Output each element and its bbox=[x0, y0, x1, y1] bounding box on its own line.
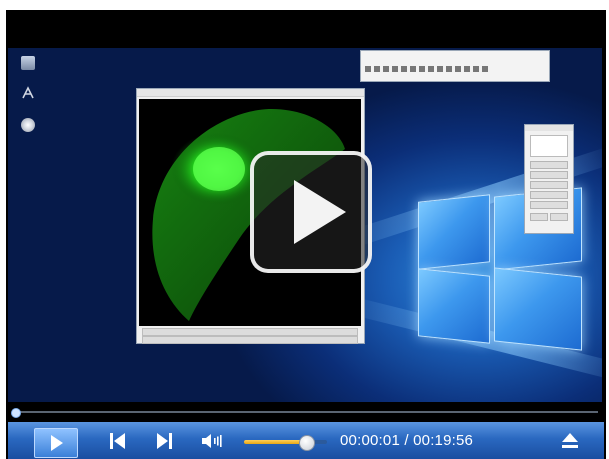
time-display: 00:00:01 / 00:19:56 bbox=[340, 432, 473, 449]
control-bar: 00:00:01 / 00:19:56 bbox=[8, 422, 604, 459]
app-shortcut-icon bbox=[21, 118, 35, 132]
play-icon bbox=[294, 180, 346, 244]
window-titlebar bbox=[525, 125, 573, 131]
total-time: 00:19:56 bbox=[413, 432, 474, 449]
previous-button[interactable] bbox=[110, 433, 130, 449]
window-toolbar bbox=[365, 64, 545, 73]
panel-button[interactable] bbox=[530, 213, 548, 221]
seek-handle[interactable] bbox=[11, 408, 21, 418]
panel-button[interactable] bbox=[550, 213, 568, 221]
seek-track[interactable] bbox=[14, 411, 598, 413]
time-separator: / bbox=[400, 432, 414, 449]
overlay-play-button[interactable] bbox=[250, 151, 372, 273]
logo-pane bbox=[418, 194, 490, 270]
video-frame[interactable] bbox=[8, 48, 602, 402]
panel-button[interactable] bbox=[530, 171, 568, 179]
next-button[interactable] bbox=[155, 433, 175, 449]
current-time: 00:00:01 bbox=[340, 432, 400, 449]
seek-bar[interactable] bbox=[8, 406, 604, 418]
application-window bbox=[360, 50, 550, 82]
scrollbar[interactable] bbox=[142, 336, 358, 344]
eject-icon bbox=[562, 433, 578, 442]
panel-button[interactable] bbox=[530, 191, 568, 199]
skip-previous-icon bbox=[110, 433, 113, 449]
volume-handle[interactable] bbox=[299, 435, 316, 451]
eject-button[interactable] bbox=[561, 433, 579, 451]
window-titlebar bbox=[137, 89, 364, 97]
mute-button[interactable] bbox=[201, 433, 223, 449]
window-menubar bbox=[361, 57, 549, 63]
play-icon bbox=[51, 435, 63, 451]
control-panel-window bbox=[524, 124, 574, 234]
app-shortcut-icon bbox=[21, 86, 35, 100]
screenshot-frame: 00:00:01 / 00:19:56 bbox=[0, 0, 609, 459]
panel-button[interactable] bbox=[530, 181, 568, 189]
histogram-view bbox=[530, 135, 568, 157]
scrollbar[interactable] bbox=[142, 328, 358, 336]
panel-button[interactable] bbox=[530, 161, 568, 169]
panel-button[interactable] bbox=[530, 201, 568, 209]
play-button[interactable] bbox=[34, 428, 78, 458]
logo-pane bbox=[494, 267, 582, 351]
video-player: 00:00:01 / 00:19:56 bbox=[6, 10, 606, 459]
recycle-bin-icon bbox=[21, 56, 35, 70]
volume-icon bbox=[202, 434, 222, 448]
skip-next-icon bbox=[157, 433, 168, 449]
volume-level bbox=[244, 440, 307, 444]
logo-pane bbox=[418, 268, 490, 344]
